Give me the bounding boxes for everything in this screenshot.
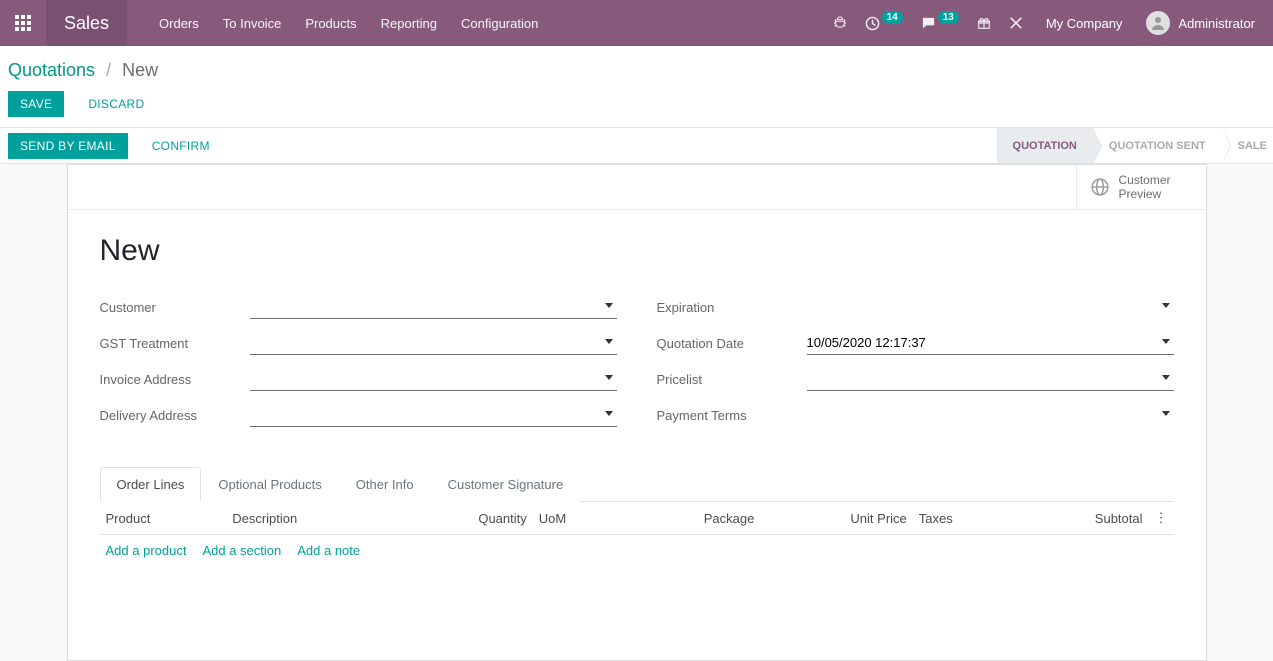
add-note-link[interactable]: Add a note (297, 543, 360, 558)
chevron-down-icon (1162, 411, 1170, 416)
nav-right: 14 13 My Company Administrator (824, 0, 1273, 46)
chevron-down-icon (1162, 375, 1170, 380)
apps-menu-icon[interactable] (0, 0, 46, 46)
add-section-link[interactable]: Add a section (202, 543, 281, 558)
field-pricelist[interactable] (807, 367, 1174, 391)
breadcrumb: Quotations / New (8, 56, 1257, 91)
form-col-left: Customer GST Treatment (100, 294, 617, 438)
breadcrumb-separator: / (106, 60, 111, 80)
control-panel: Quotations / New SAVE DISCARD (0, 46, 1273, 128)
activities-badge: 14 (882, 11, 903, 24)
stage-quotation[interactable]: QUOTATION (997, 128, 1093, 163)
tabs: Order Lines Optional Products Other Info… (100, 466, 1174, 502)
table-add-row: Add a product Add a section Add a note (100, 535, 1174, 567)
nav-links: Orders To Invoice Products Reporting Con… (147, 0, 550, 46)
input-delivery-address[interactable] (250, 407, 599, 422)
form-col-right: Expiration Quotation Date (657, 294, 1174, 438)
chevron-down-icon (1162, 339, 1170, 344)
nav-configuration[interactable]: Configuration (449, 0, 550, 46)
label-payment-terms: Payment Terms (657, 408, 807, 423)
col-product[interactable]: Product (100, 502, 227, 535)
status-stages: QUOTATION QUOTATION SENT SALE (997, 128, 1273, 163)
tab-order-lines[interactable]: Order Lines (100, 467, 202, 502)
input-pricelist[interactable] (807, 371, 1156, 386)
chevron-down-icon (605, 303, 613, 308)
sheet-body: New Customer GST Treatment (68, 210, 1206, 660)
breadcrumb-root[interactable]: Quotations (8, 60, 95, 80)
top-navbar: Sales Orders To Invoice Products Reporti… (0, 0, 1273, 46)
input-gst-treatment[interactable] (250, 335, 599, 350)
field-delivery-address[interactable] (250, 403, 617, 427)
chevron-down-icon (605, 411, 613, 416)
label-delivery-address: Delivery Address (100, 408, 250, 423)
globe-icon (1091, 178, 1109, 196)
action-row: SAVE DISCARD (8, 91, 1257, 127)
activities-icon[interactable]: 14 (856, 0, 912, 46)
input-invoice-address[interactable] (250, 371, 599, 386)
add-product-link[interactable]: Add a product (106, 543, 187, 558)
app-brand[interactable]: Sales (46, 0, 127, 46)
company-selector[interactable]: My Company (1032, 16, 1137, 31)
chevron-down-icon (605, 339, 613, 344)
gift-icon[interactable] (968, 0, 1000, 46)
bug-icon[interactable] (824, 0, 856, 46)
stat-button-line1: Customer (1119, 173, 1171, 187)
stat-button-line2: Preview (1119, 187, 1171, 201)
field-invoice-address[interactable] (250, 367, 617, 391)
user-name: Administrator (1178, 16, 1255, 31)
chevron-down-icon (605, 375, 613, 380)
nav-reporting[interactable]: Reporting (369, 0, 449, 46)
avatar-icon (1146, 11, 1170, 35)
breadcrumb-current: New (122, 60, 158, 80)
field-expiration[interactable] (807, 295, 1174, 319)
input-quotation-date[interactable] (807, 335, 1156, 350)
form-title: New (100, 234, 1174, 268)
field-payment-terms[interactable] (807, 403, 1174, 427)
messages-icon[interactable]: 13 (912, 0, 968, 46)
col-description[interactable]: Description (226, 502, 398, 535)
input-payment-terms[interactable] (807, 408, 1156, 423)
nav-products[interactable]: Products (293, 0, 368, 46)
field-quotation-date[interactable] (807, 331, 1174, 355)
order-lines-table: Product Description Quantity UoM Package… (100, 502, 1174, 636)
form-grid: Customer GST Treatment (100, 294, 1174, 438)
label-gst-treatment: GST Treatment (100, 336, 250, 351)
save-button[interactable]: SAVE (8, 91, 64, 117)
tab-other-info[interactable]: Other Info (339, 467, 431, 502)
customer-preview-button[interactable]: Customer Preview (1076, 165, 1206, 209)
tab-customer-signature[interactable]: Customer Signature (431, 467, 581, 502)
chevron-down-icon (1162, 303, 1170, 308)
tools-icon[interactable] (1000, 0, 1032, 46)
field-customer[interactable] (250, 295, 617, 319)
col-options-icon[interactable]: ⋮ (1149, 502, 1174, 535)
label-quotation-date: Quotation Date (657, 336, 807, 351)
send-by-email-button[interactable]: SEND BY EMAIL (8, 133, 128, 159)
label-customer: Customer (100, 300, 250, 315)
col-quantity[interactable]: Quantity (398, 502, 533, 535)
form-sheet: Customer Preview New Customer (67, 164, 1207, 661)
tab-optional-products[interactable]: Optional Products (201, 467, 338, 502)
label-pricelist: Pricelist (657, 372, 807, 387)
nav-orders[interactable]: Orders (147, 0, 211, 46)
status-bar: SEND BY EMAIL CONFIRM QUOTATION QUOTATIO… (0, 128, 1273, 164)
status-actions: SEND BY EMAIL CONFIRM (8, 133, 222, 159)
messages-badge: 13 (938, 11, 959, 24)
col-uom[interactable]: UoM (533, 502, 621, 535)
col-package[interactable]: Package (621, 502, 761, 535)
col-unit-price[interactable]: Unit Price (760, 502, 912, 535)
field-gst-treatment[interactable] (250, 331, 617, 355)
user-menu[interactable]: Administrator (1136, 11, 1265, 35)
col-subtotal[interactable]: Subtotal (1015, 502, 1148, 535)
input-expiration[interactable] (807, 300, 1156, 315)
nav-to-invoice[interactable]: To Invoice (211, 0, 294, 46)
button-box: Customer Preview (68, 165, 1206, 210)
label-invoice-address: Invoice Address (100, 372, 250, 387)
confirm-button[interactable]: CONFIRM (140, 133, 222, 159)
col-taxes[interactable]: Taxes (913, 502, 1016, 535)
input-customer[interactable] (250, 299, 599, 314)
form-container: Customer Preview New Customer (0, 164, 1273, 661)
discard-button[interactable]: DISCARD (76, 91, 156, 117)
stage-quotation-sent[interactable]: QUOTATION SENT (1093, 128, 1222, 163)
label-expiration: Expiration (657, 300, 807, 315)
